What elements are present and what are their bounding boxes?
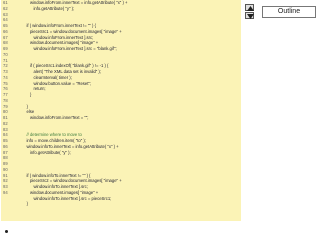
next-slide-button[interactable]	[245, 12, 254, 19]
arrow-up-icon	[247, 6, 254, 11]
slide-nav	[245, 4, 258, 20]
prev-slide-button[interactable]	[245, 4, 254, 11]
code-listing: window.infoFrom.innerText = info.getAttr…	[23, 0, 239, 230]
bullet-icon	[5, 230, 8, 233]
outline-button[interactable]: Outline	[262, 6, 316, 18]
line-number-gutter: 61 62 63 64 65 66 67 68 69 70 71 72 73 74 75 76 77 78 79 80…	[3, 0, 21, 230]
arrow-down-icon	[247, 14, 254, 19]
code-panel: 61 62 63 64 65 66 67 68 69 70 71 72 73 74 75 76 77 78 79 80…	[1, 0, 241, 221]
